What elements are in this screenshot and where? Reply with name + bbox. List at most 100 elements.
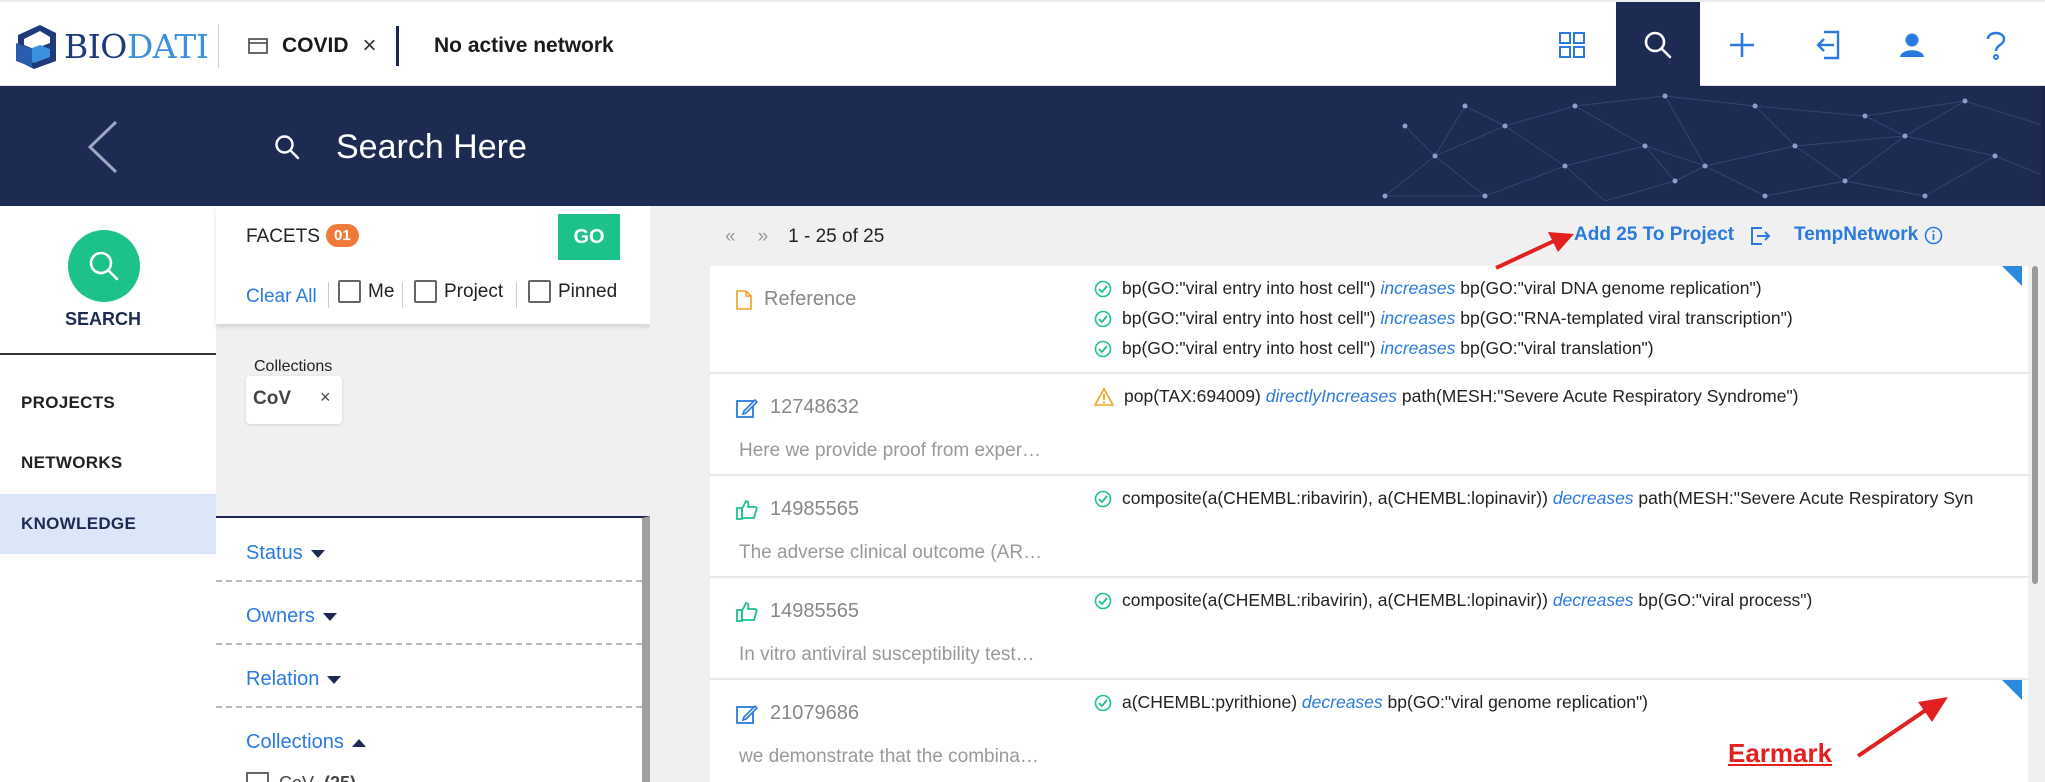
nav-item-networks[interactable]: NETWORKS xyxy=(0,433,216,493)
filter-me-checkbox[interactable]: Me xyxy=(338,280,394,303)
statement-text: pop(TAX:694009) directlyIncreases path(M… xyxy=(1124,386,1799,407)
back-chevron-icon[interactable] xyxy=(86,120,120,179)
result-range: 1 - 25 of 25 xyxy=(788,226,885,247)
search-nav-button[interactable] xyxy=(1616,2,1700,88)
bel-statement[interactable]: a(CHEMBL:pyrithione) decreases bp(GO:"vi… xyxy=(1094,692,1648,713)
checkbox[interactable] xyxy=(338,280,361,303)
filter-status[interactable]: Status xyxy=(246,542,325,565)
result-id-text: Reference xyxy=(764,288,857,310)
result-id-text: 12748632 xyxy=(770,396,859,418)
statement-subject: bp(GO:"viral entry into host cell") xyxy=(1122,308,1381,328)
filter-pinned-checkbox[interactable]: Pinned xyxy=(528,280,617,303)
temp-network-link[interactable]: TempNetwork xyxy=(1794,224,1943,246)
statement-object: bp(GO:"viral process") xyxy=(1633,590,1813,610)
search-icon xyxy=(1644,31,1672,59)
collection-option-cov[interactable]: CoV (25) xyxy=(246,772,356,782)
statement-object: path(MESH:"Severe Acute Respiratory Syn xyxy=(1633,488,1974,508)
edit-icon xyxy=(736,397,758,419)
search-icon xyxy=(89,251,119,281)
result-card[interactable]: 14985565 The adverse clinical outcome (AR… xyxy=(710,476,2028,578)
result-card[interactable]: Reference bp(GO:"viral entry into host ce… xyxy=(710,266,2028,374)
result-id[interactable]: Reference xyxy=(736,288,856,311)
network-status: No active network xyxy=(434,34,614,57)
results-scrollbar[interactable] xyxy=(2032,266,2038,584)
statement-relation: decreases xyxy=(1552,488,1634,508)
facets-count-badge: 01 xyxy=(326,224,359,247)
check-circle-icon xyxy=(1094,592,1112,610)
collections-label: Collections xyxy=(254,358,333,375)
search-mode-button[interactable] xyxy=(68,230,140,302)
user-button[interactable] xyxy=(1870,2,1954,88)
bel-statement[interactable]: composite(a(CHEMBL:ribavirin), a(CHEMBL:… xyxy=(1094,488,1973,509)
earmark-annotation-label: Earmark xyxy=(1728,738,1833,768)
clear-all-link[interactable]: Clear All xyxy=(246,286,317,308)
collection-chip[interactable]: CoV × xyxy=(246,376,342,424)
help-button[interactable] xyxy=(1954,2,2038,88)
earmark-icon[interactable] xyxy=(2002,266,2022,286)
export-icon[interactable] xyxy=(1748,224,1772,253)
logo-text-dati: DATI xyxy=(126,26,209,66)
chip-close-icon[interactable]: × xyxy=(320,387,331,408)
statement-object: bp(GO:"RNA-templated viral transcription… xyxy=(1455,308,1793,328)
result-card[interactable]: 12748632 Here we provide proof from exper… xyxy=(710,374,2028,476)
biodati-logo-icon xyxy=(16,25,56,69)
search-input[interactable]: Search Here xyxy=(336,128,527,167)
search-hero: Search Here xyxy=(0,86,2045,206)
statement-relation: decreases xyxy=(1301,692,1383,712)
import-button[interactable] xyxy=(1786,2,1870,88)
facets-header: FACETS 01 GO Clear All Me Project Pinned xyxy=(216,206,650,324)
result-card[interactable]: 14985565 In vitro antiviral susceptibilit… xyxy=(710,578,2028,680)
bel-statement[interactable]: composite(a(CHEMBL:ribavirin), a(CHEMBL:… xyxy=(1094,590,1812,611)
apps-grid-button[interactable] xyxy=(1530,2,1614,88)
nav-item-projects[interactable]: PROJECTS xyxy=(0,373,216,433)
check-circle-icon xyxy=(1094,490,1112,508)
tab-divider xyxy=(396,26,399,66)
caret-down-icon xyxy=(310,549,325,558)
bel-statement[interactable]: bp(GO:"viral entry into host cell") incr… xyxy=(1094,338,1654,359)
checkbox-label: Pinned xyxy=(558,280,618,302)
prev-page-button[interactable]: « xyxy=(725,226,736,248)
document-icon xyxy=(736,289,752,310)
checkbox[interactable] xyxy=(414,280,437,303)
filter-collections[interactable]: Collections xyxy=(246,731,366,754)
result-id[interactable]: 21079686 xyxy=(736,702,859,725)
hero-edge xyxy=(2041,86,2045,206)
tab-close-icon[interactable]: × xyxy=(363,32,377,60)
bel-statement[interactable]: bp(GO:"viral entry into host cell") incr… xyxy=(1094,308,1793,329)
info-icon[interactable] xyxy=(1924,226,1943,245)
go-button[interactable]: GO xyxy=(558,214,620,260)
earmark-icon[interactable] xyxy=(2002,680,2022,700)
collection-chip-label: CoV xyxy=(253,388,291,409)
statement-relation: decreases xyxy=(1552,590,1634,610)
add-button[interactable] xyxy=(1700,2,1784,88)
result-id[interactable]: 14985565 xyxy=(736,498,859,521)
thumbs-up-icon xyxy=(736,601,758,623)
nav-item-knowledge[interactable]: KNOWLEDGE xyxy=(0,494,216,554)
result-id-text: 14985565 xyxy=(770,498,859,520)
check-circle-icon xyxy=(1094,340,1112,358)
checkbox-label: Project xyxy=(444,280,504,302)
statement-subject: pop(TAX:694009) xyxy=(1124,386,1266,406)
filter-owners[interactable]: Owners xyxy=(246,605,337,628)
tab-covid[interactable]: COVID × xyxy=(248,30,377,62)
bel-statement[interactable]: pop(TAX:694009) directlyIncreases path(M… xyxy=(1094,386,1799,407)
statement-subject: a(CHEMBL:pyrithione) xyxy=(1122,692,1302,712)
statement-relation: increases xyxy=(1380,338,1456,358)
pagination: « » 1 - 25 of 25 xyxy=(725,226,884,248)
tab-label: COVID xyxy=(282,34,349,57)
biodati-logo[interactable]: BIODATI xyxy=(14,18,209,74)
result-id-text: 21079686 xyxy=(770,702,859,724)
checkbox-label: Me xyxy=(368,280,395,302)
result-id[interactable]: 14985565 xyxy=(736,600,859,623)
bel-statement[interactable]: bp(GO:"viral entry into host cell") incr… xyxy=(1094,278,1762,299)
filter-project-checkbox[interactable]: Project xyxy=(414,280,503,303)
checkbox[interactable] xyxy=(528,280,551,303)
statement-text: composite(a(CHEMBL:ribavirin), a(CHEMBL:… xyxy=(1122,590,1812,611)
add-to-project-link[interactable]: Add 25 To Project xyxy=(1574,224,1734,246)
search-mode-label: SEARCH xyxy=(64,309,141,329)
filter-relation[interactable]: Relation xyxy=(246,668,342,691)
checkbox[interactable] xyxy=(246,772,269,782)
filter-label: Status xyxy=(246,542,303,564)
next-page-button[interactable]: » xyxy=(758,226,769,248)
result-id[interactable]: 12748632 xyxy=(736,396,859,419)
